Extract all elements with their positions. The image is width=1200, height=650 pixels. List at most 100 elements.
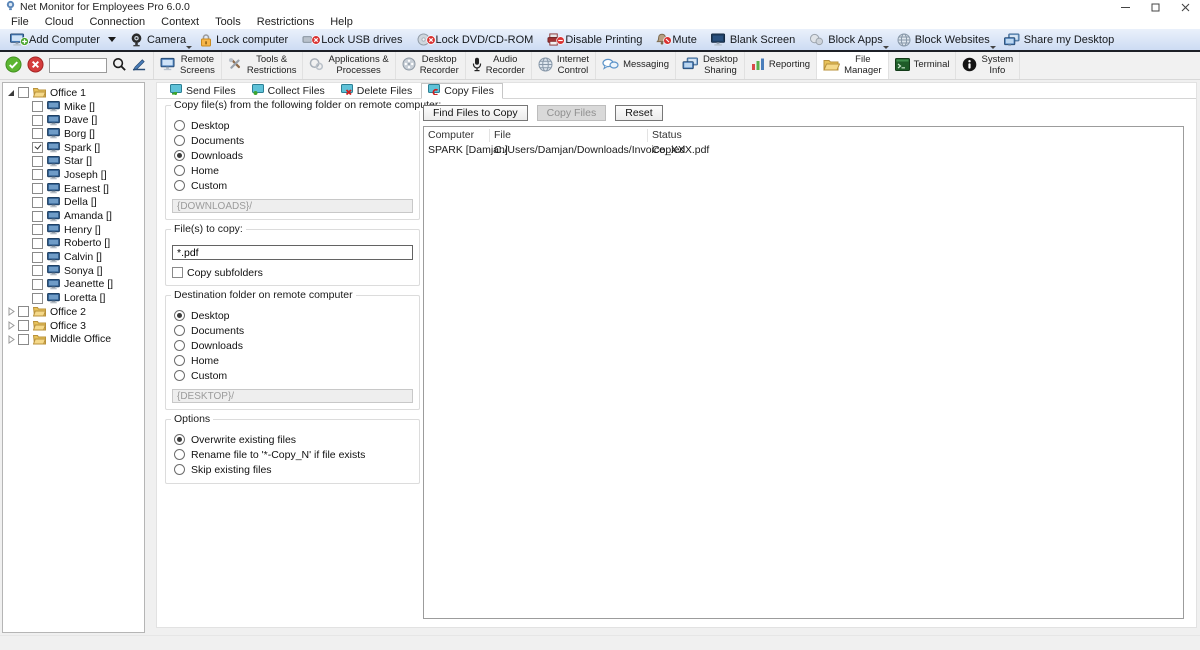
camera-dropdown-icon[interactable] [186,46,192,49]
source-desktop-option[interactable]: Desktop [174,118,413,133]
tree-item-computer[interactable]: Della [] [3,196,144,210]
block-websites-dropdown-icon[interactable] [990,46,996,49]
column-status[interactable]: Status [648,129,1183,142]
tree-group-middle-office[interactable]: Middle Office [3,332,144,346]
radio-button[interactable] [174,449,185,460]
tree-item-computer[interactable]: Jeanette [] [3,278,144,292]
expand-icon[interactable] [6,335,16,344]
menu-tools[interactable]: Tools [207,16,249,28]
computer-checkbox[interactable] [32,115,43,126]
copy-subfolders-checkbox[interactable] [172,267,183,278]
expand-icon[interactable] [6,307,16,316]
computer-checkbox[interactable] [32,238,43,249]
radio-button[interactable] [174,464,185,475]
dest-documents-option[interactable]: Documents [174,323,413,338]
tab-terminal[interactable]: Terminal [889,52,957,79]
search-input[interactable] [49,58,107,73]
computer-checkbox[interactable] [32,252,43,263]
tree-item-computer[interactable]: Borg [] [3,127,144,141]
tree-item-computer[interactable]: Roberto [] [3,237,144,251]
edit-icon[interactable] [132,57,147,74]
tab-remote-screens[interactable]: RemoteScreens [154,52,222,79]
tab-desktop-sharing[interactable]: DesktopSharing [676,52,745,79]
dest-custom-option[interactable]: Custom [174,368,413,383]
maximize-button[interactable] [1140,0,1170,14]
file-pattern-input[interactable] [172,245,413,260]
disconnect-icon[interactable] [27,56,44,76]
computer-checkbox[interactable] [32,279,43,290]
expand-icon[interactable] [6,321,16,330]
computer-checkbox[interactable] [32,156,43,167]
tree-item-computer[interactable]: Henry [] [3,223,144,237]
tree-item-computer[interactable]: Star [] [3,154,144,168]
source-downloads-option[interactable]: Downloads [174,148,413,163]
tree-item-computer-selected[interactable]: Spark [] [3,141,144,155]
radio-button[interactable] [174,165,185,176]
office3-checkbox[interactable] [18,320,29,331]
computer-checkbox[interactable] [32,224,43,235]
computer-checkbox[interactable] [32,169,43,180]
lock-computer-button[interactable]: Lock computer [193,29,295,50]
disable-printing-button[interactable]: Disable Printing [540,29,649,50]
tree-item-computer[interactable]: Dave [] [3,113,144,127]
tree-item-computer[interactable]: Joseph [] [3,168,144,182]
skip-option[interactable]: Skip existing files [174,462,413,477]
radio-button[interactable] [174,135,185,146]
tab-applications-processes[interactable]: Applications &Processes [303,52,395,79]
tree-group-office1[interactable]: Office 1 [3,86,144,100]
blank-screen-button[interactable]: Blank Screen [704,29,802,50]
minimize-button[interactable] [1110,0,1140,14]
computer-checkbox-checked[interactable] [32,142,43,153]
tree-group-office2[interactable]: Office 2 [3,305,144,319]
tree-item-computer[interactable]: Mike [] [3,100,144,114]
source-documents-option[interactable]: Documents [174,133,413,148]
tab-copy-files[interactable]: Copy Files [421,83,503,99]
computer-checkbox[interactable] [32,101,43,112]
computer-checkbox[interactable] [32,211,43,222]
tab-messaging[interactable]: Messaging [596,52,676,79]
computer-checkbox[interactable] [32,265,43,276]
menu-cloud[interactable]: Cloud [37,16,82,28]
computer-checkbox[interactable] [32,183,43,194]
computer-checkbox[interactable] [32,197,43,208]
dest-home-option[interactable]: Home [174,353,413,368]
tab-system-info[interactable]: SystemInfo [956,52,1020,79]
tab-send-files[interactable]: Send Files [163,83,245,98]
dest-downloads-option[interactable]: Downloads [174,338,413,353]
radio-button[interactable] [174,180,185,191]
source-custom-option[interactable]: Custom [174,178,413,193]
computer-checkbox[interactable] [32,128,43,139]
computer-checkbox[interactable] [32,293,43,304]
add-computer-button[interactable]: Add Computer [3,29,123,50]
tab-collect-files[interactable]: Collect Files [245,83,334,98]
radio-button-selected[interactable] [174,434,185,445]
office1-checkbox[interactable] [18,87,29,98]
radio-button[interactable] [174,120,185,131]
collapse-icon[interactable] [6,89,16,97]
block-websites-button[interactable]: Block Websites [890,29,997,50]
menu-help[interactable]: Help [322,16,361,28]
tree-item-computer[interactable]: Amanda [] [3,209,144,223]
tab-file-manager[interactable]: FileManager [817,52,889,79]
radio-button[interactable] [174,325,185,336]
search-icon[interactable] [112,57,127,75]
tree-group-office3[interactable]: Office 3 [3,319,144,333]
radio-button[interactable] [174,340,185,351]
tab-internet-control[interactable]: InternetControl [532,52,596,79]
middle-office-checkbox[interactable] [18,334,29,345]
reset-button[interactable]: Reset [615,105,662,121]
menu-connection[interactable]: Connection [81,16,153,28]
lock-dvd-button[interactable]: Lock DVD/CD-ROM [410,29,541,50]
block-apps-dropdown-icon[interactable] [883,46,889,49]
radio-button[interactable] [174,355,185,366]
copy-subfolders-option[interactable]: Copy subfolders [172,266,413,279]
menu-context[interactable]: Context [153,16,207,28]
camera-button[interactable]: Camera [123,29,193,50]
menu-restrictions[interactable]: Restrictions [249,16,322,28]
tree-item-computer[interactable]: Sonya [] [3,264,144,278]
rename-option[interactable]: Rename file to '*-Copy_N' if file exists [174,447,413,462]
tree-item-computer[interactable]: Loretta [] [3,291,144,305]
dest-desktop-option[interactable]: Desktop [174,308,413,323]
radio-button-selected[interactable] [174,310,185,321]
radio-button-selected[interactable] [174,150,185,161]
